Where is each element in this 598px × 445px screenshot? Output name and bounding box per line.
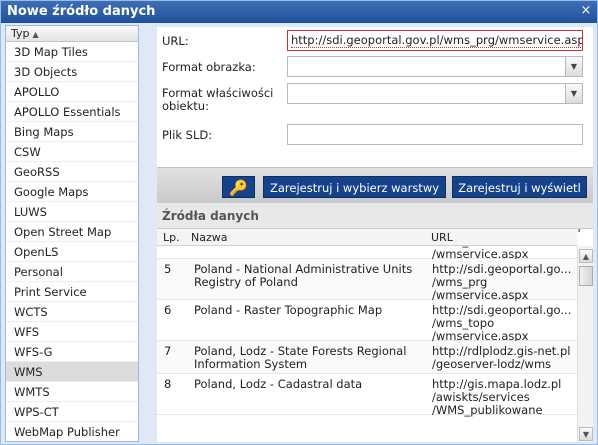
type-list: Typ ▲ 3D Map Tiles 3D Objects APOLLO APOLLO … [5, 25, 139, 442]
type-item[interactable]: GeoRSS [6, 162, 138, 182]
chevron-down-icon[interactable]: ▼ [565, 57, 582, 76]
type-item[interactable]: WMS [6, 362, 138, 382]
scroll-up-icon[interactable]: ▲ [579, 249, 593, 263]
row-url: http://sdi.geoportal.go... /wms_prg /wms… [432, 262, 572, 302]
url-field[interactable]: http://sdi.geoportal.gov.pl/wms_prg/wmse… [287, 30, 583, 51]
feature-info-format-label: Format właściwości obiektu: [162, 86, 274, 113]
grid-scrollbar[interactable]: ▲ ▼ [577, 246, 593, 442]
sources-title: Źródła danych [157, 204, 593, 228]
url-value: http://sdi.geoportal.gov.pl/wms_prg/wmse… [291, 33, 582, 48]
sld-file-input[interactable] [287, 124, 583, 145]
image-format-select[interactable]: ▼ [287, 56, 583, 77]
row-name: Poland, Lodz - State Forests Regional In… [194, 344, 407, 371]
type-item[interactable]: Bing Maps [6, 122, 138, 142]
row-number: 5 [164, 262, 172, 276]
row-url: http://gis.mapa.lodz.pl /awiskts/service… [432, 377, 562, 417]
type-item[interactable]: WMTS [6, 382, 138, 402]
row-name: Poland - National Administrative Units R… [194, 262, 413, 289]
datasource-form: URL: http://sdi.geoportal.gov.pl/wms_prg… [157, 27, 593, 167]
type-item[interactable]: APOLLO [6, 82, 138, 102]
url-label: URL: [162, 34, 189, 48]
feature-info-format-select[interactable]: ▼ [287, 83, 583, 104]
table-row[interactable]: 8 Poland, Lodz - Cadastral data http://gis… [157, 374, 577, 417]
register-show-button[interactable]: Zarejestruj i wyświetl [452, 176, 587, 198]
type-item[interactable]: WCTS [6, 302, 138, 322]
chevron-down-icon[interactable]: ▼ [565, 84, 582, 103]
type-item[interactable]: WFS-G [6, 342, 138, 362]
col-name[interactable]: Nazwa [191, 229, 227, 246]
type-item[interactable]: WPS-CT [6, 402, 138, 422]
row-number: 7 [164, 344, 172, 358]
sources-grid: 4Poland - Orthophoto Maphttp://sdi.geopo… [157, 228, 593, 442]
type-item[interactable]: 3D Map Tiles [6, 42, 138, 62]
register-select-layers-button[interactable]: Zarejestruj i wybierz warstwy [263, 176, 446, 198]
type-item[interactable]: Open Street Map [6, 222, 138, 242]
scroll-thumb[interactable] [579, 266, 593, 286]
table-row[interactable]: 5 Poland - National Administrative Units … [157, 259, 577, 302]
type-item[interactable]: WFS [6, 322, 138, 342]
new-datasource-dialog: Nowe źródło danych × Typ ▲ 3D Map Tiles 3D… [0, 0, 598, 445]
type-item[interactable]: Personal [6, 262, 138, 282]
type-item[interactable]: CSW [6, 142, 138, 162]
type-list-header[interactable]: Typ ▲ [6, 26, 138, 42]
close-icon[interactable]: × [579, 4, 593, 18]
table-row[interactable]: 7 Poland, Lodz - State Forests Regional I… [157, 341, 577, 374]
type-item[interactable]: WebMap Publisher [6, 422, 138, 441]
sld-file-label: Plik SLD: [162, 128, 213, 142]
type-item[interactable]: OpenLS [6, 242, 138, 262]
action-toolbar: 🔑 Zarejestruj i wybierz warstwy Zarejest… [157, 167, 593, 203]
sort-asc-icon: ▲ [32, 30, 39, 39]
row-url: http://sdi.geoportal.go... /wms_topo /wm… [432, 303, 572, 343]
type-column-label: Typ [11, 27, 30, 40]
image-format-label: Format obrazka: [162, 60, 256, 74]
grid-header: Lp. Nazwa URL [157, 229, 577, 246]
row-name: Poland - Raster Topographic Map [194, 303, 383, 317]
type-item[interactable]: LUWS [6, 202, 138, 222]
type-item[interactable]: 3D Objects [6, 62, 138, 82]
type-item[interactable]: Google Maps [6, 182, 138, 202]
row-number: 8 [164, 377, 172, 391]
row-number: 6 [164, 303, 172, 317]
table-row[interactable]: 6 Poland - Raster Topographic Map http://s… [157, 300, 577, 343]
scroll-down-icon[interactable]: ▼ [579, 427, 593, 441]
key-icon[interactable]: 🔑 [222, 176, 255, 198]
col-url[interactable]: URL [431, 229, 453, 246]
type-item[interactable]: Print Service [6, 282, 138, 302]
row-name: Poland, Lodz - Cadastral data [194, 377, 363, 391]
window-title: Nowe źródło danych [1, 1, 597, 23]
col-lp[interactable]: Lp. [163, 229, 180, 246]
row-url: http://rdlplodz.gis-net.pl /geoserver-lo… [432, 344, 571, 371]
type-item[interactable]: APOLLO Essentials [6, 102, 138, 122]
